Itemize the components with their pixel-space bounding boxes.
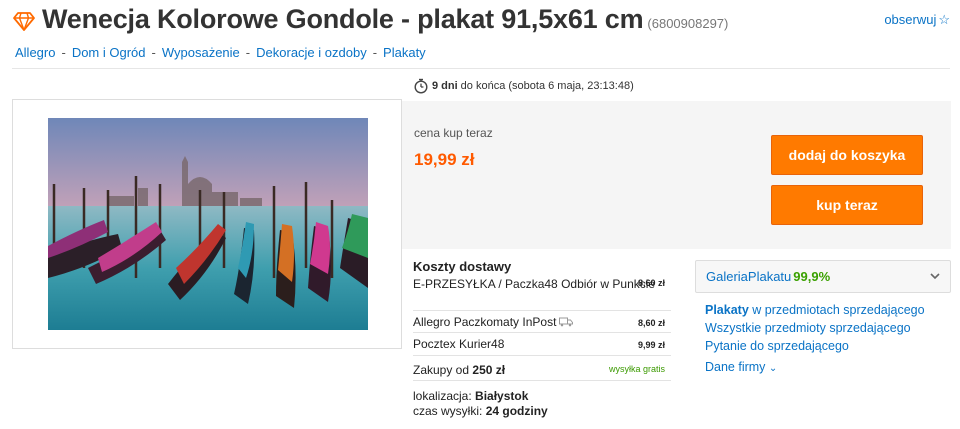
header-divider [12, 68, 950, 69]
company-info-label: Dane firmy [705, 360, 766, 374]
price-value: 19,99 zł [414, 150, 475, 169]
dispatch-value: 24 godziny [485, 404, 548, 418]
free-shipping-amount: 250 zł [472, 363, 506, 377]
watch-button[interactable]: obserwuj ☆ [884, 12, 950, 28]
free-shipping-prefix: Zakupy od [413, 363, 470, 377]
company-info-link[interactable]: Dane firmy ⌄ [705, 360, 777, 374]
breadcrumb-plakaty[interactable]: Plakaty [383, 45, 426, 60]
seller-category-bold: Plakaty [705, 303, 749, 317]
product-image[interactable] [48, 118, 368, 330]
seller-category-rest: w przedmiotach sprzedającego [752, 303, 925, 317]
shipping-divider [413, 310, 671, 311]
shipping-option-name: Allegro Paczkomaty InPost [413, 315, 557, 329]
page-title: Wenecja Kolorowe Gondole - plakat 91,5x6… [42, 4, 728, 35]
title-text: Wenecja Kolorowe Gondole - plakat 91,5x6… [42, 4, 644, 34]
buy-now-button[interactable]: kup teraz [771, 185, 923, 225]
breadcrumb-separator: - [245, 45, 251, 60]
shipping-option-name: E-PRZESYŁKA / Paczka48 Odbiór w Punkcie [413, 277, 656, 291]
ask-seller-link[interactable]: Pytanie do sprzedającego [705, 339, 849, 353]
breadcrumb-separator: - [151, 45, 156, 60]
diamond-icon [13, 12, 35, 31]
breadcrumb-dekoracje[interactable]: Dekoracje i ozdoby [256, 45, 367, 60]
shipping-option: E-PRZESYŁKA / Paczka48 Odbiór w Punkcie … [413, 277, 665, 292]
add-to-cart-button[interactable]: dodaj do koszyka [771, 135, 923, 175]
breadcrumb-allegro[interactable]: Allegro [15, 45, 55, 60]
price-label: cena kup teraz [414, 126, 493, 140]
shipping-option: Allegro Paczkomaty InPost 8,60 zł [413, 315, 665, 329]
watch-label: obserwuj [884, 12, 937, 27]
stopwatch-icon [414, 78, 428, 94]
chevron-down-icon [930, 273, 940, 280]
auction-timer: 9 dni do końca (sobota 6 maja, 23:13:48) [413, 78, 634, 94]
free-shipping-row: Zakupy od 250 zł wysyłka gratis [413, 363, 665, 377]
location-info: lokalizacja: Białystok czas wysyłki: 24 … [413, 389, 548, 419]
shipping-divider [413, 355, 671, 356]
seller-name: GaleriaPlakatu [706, 269, 792, 284]
shipping-option: Pocztex Kurier48 9,99 zł [413, 337, 665, 351]
seller-all-items-link[interactable]: Wszystkie przedmioty sprzedającego [705, 321, 911, 335]
breadcrumb: Allegro - Dom i Ogród - Wyposażenie - Dekoracj… [15, 45, 426, 60]
seller-dropdown[interactable]: GaleriaPlakatu 99,9% [695, 260, 951, 293]
star-icon: ☆ [938, 12, 950, 27]
seller-category-link[interactable]: Plakaty w przedmiotach sprzedającego [705, 303, 925, 317]
shipping-option-name: Pocztex Kurier48 [413, 337, 505, 351]
shipping-option-price: 9,99 zł [637, 340, 665, 350]
timer-text: do końca (sobota 6 maja, 23:13:48) [460, 80, 634, 92]
buy-panel: cena kup teraz 19,99 zł dodaj do koszyka… [402, 101, 951, 249]
chevron-down-icon: ⌄ [768, 363, 778, 374]
shipping-title: Koszty dostawy [413, 259, 512, 274]
shipping-option-price: 8,60 zł [637, 278, 665, 288]
location-value: Białystok [475, 389, 529, 403]
shipping-divider [413, 380, 671, 381]
seller-rating: 99,9% [793, 269, 831, 284]
item-id: (6800908297) [647, 16, 729, 31]
breadcrumb-separator: - [61, 45, 66, 60]
breadcrumb-separator: - [372, 45, 378, 60]
shipping-option-price: 8,60 zł [637, 318, 665, 328]
shipping-divider [413, 332, 671, 333]
timer-days: 9 dni [432, 80, 458, 92]
location-label: lokalizacja: [413, 389, 472, 403]
free-shipping-label: wysyłka gratis [608, 364, 665, 374]
breadcrumb-wyposazenie[interactable]: Wyposażenie [162, 45, 240, 60]
dispatch-label: czas wysyłki: [413, 404, 483, 418]
truck-icon [559, 317, 574, 327]
breadcrumb-dom-i-ogrod[interactable]: Dom i Ogród [72, 45, 146, 60]
product-image-frame[interactable] [12, 99, 402, 349]
